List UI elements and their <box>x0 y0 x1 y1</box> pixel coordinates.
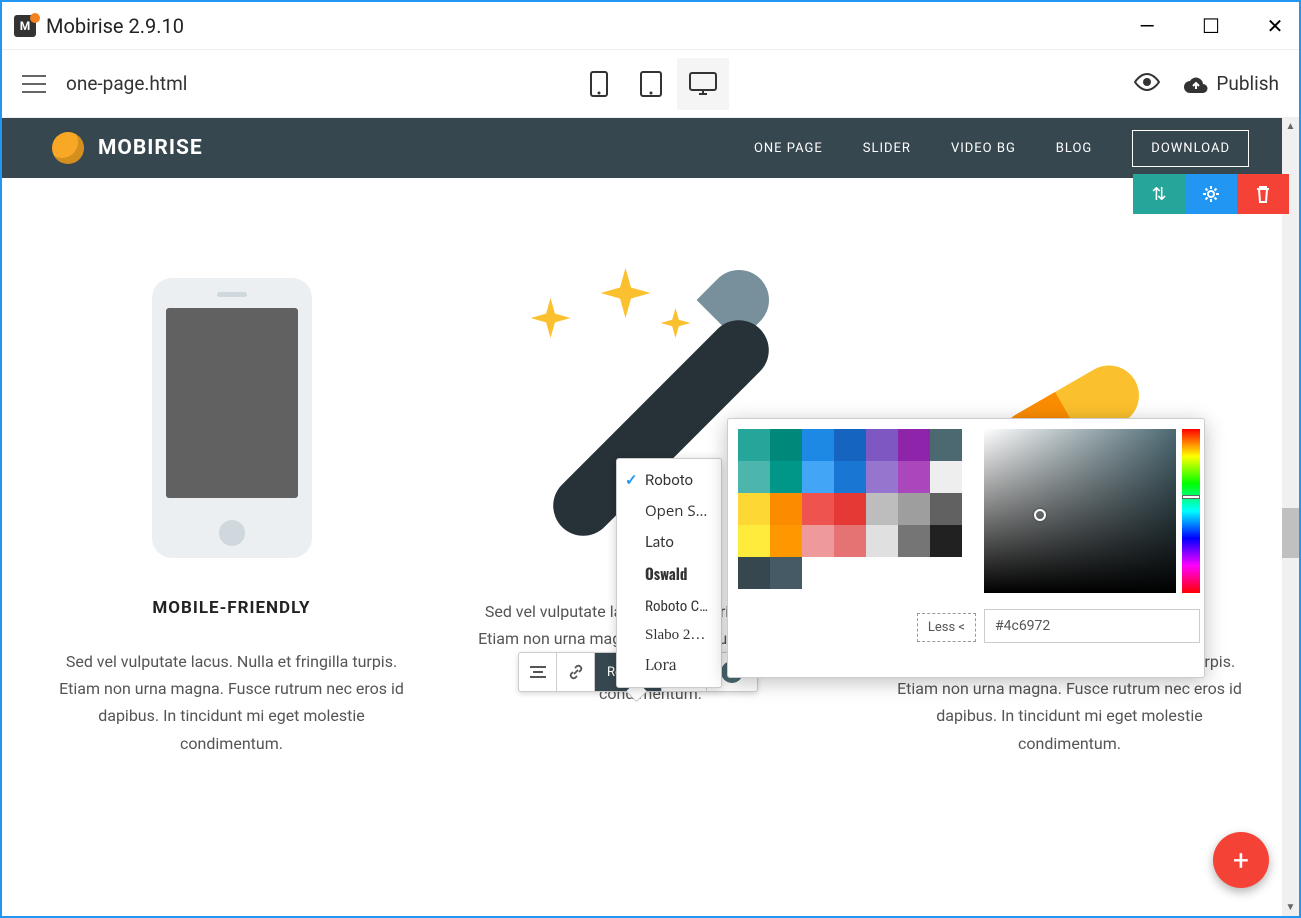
font-dropdown: Roboto Open Sa… Lato Oswald Roboto C… Sl… <box>616 458 722 688</box>
color-picker-popup: Less < <box>727 418 1205 678</box>
align-button[interactable] <box>519 653 557 691</box>
color-swatch[interactable] <box>834 493 866 525</box>
filename-label[interactable]: one-page.html <box>66 72 187 95</box>
block-delete-button[interactable] <box>1237 174 1289 214</box>
logo-text[interactable]: MOBIRISE <box>98 136 203 160</box>
color-swatch[interactable] <box>898 429 930 461</box>
color-swatch[interactable] <box>866 493 898 525</box>
site-nav: ONE PAGE SLIDER VIDEO BG BLOG DOWNLOAD <box>754 130 1249 167</box>
add-block-button[interactable]: + <box>1213 832 1269 888</box>
publish-button[interactable]: Publish <box>1184 72 1279 95</box>
hue-cursor[interactable] <box>1182 495 1200 499</box>
color-swatch[interactable] <box>898 525 930 557</box>
nav-item-blog[interactable]: BLOG <box>1056 141 1093 156</box>
viewport-tablet-icon[interactable] <box>625 58 677 110</box>
color-swatch[interactable] <box>738 493 770 525</box>
color-swatch[interactable] <box>898 461 930 493</box>
font-option-slabo[interactable]: Slabo 27px <box>617 621 721 650</box>
site-header[interactable]: MOBIRISE ONE PAGE SLIDER VIDEO BG BLOG D… <box>2 118 1299 178</box>
color-swatch[interactable] <box>834 461 866 493</box>
scroll-up-icon[interactable]: ▲ <box>1282 118 1299 135</box>
feature-1[interactable]: MOBILE-FRIENDLY Sed vel vulputate lacus.… <box>42 278 421 757</box>
minimize-button[interactable]: — <box>1135 14 1159 38</box>
color-swatch[interactable] <box>898 493 930 525</box>
color-swatch[interactable] <box>930 493 962 525</box>
color-swatch[interactable] <box>738 461 770 493</box>
less-button[interactable]: Less < <box>917 613 976 642</box>
color-swatch[interactable] <box>770 525 802 557</box>
font-option-oswald[interactable]: Oswald <box>617 557 721 591</box>
link-button[interactable] <box>557 653 595 691</box>
color-swatch[interactable] <box>802 493 834 525</box>
preview-icon[interactable] <box>1134 72 1160 96</box>
color-swatch[interactable] <box>930 525 962 557</box>
menu-icon[interactable] <box>22 75 46 93</box>
color-swatch[interactable] <box>802 461 834 493</box>
publish-label: Publish <box>1216 72 1279 95</box>
viewport-desktop-icon[interactable] <box>677 58 729 110</box>
nav-item-slider[interactable]: SLIDER <box>863 141 911 156</box>
font-option-lora[interactable]: Lora <box>617 650 721 681</box>
viewport-switcher <box>573 58 729 110</box>
app-title: Mobirise 2.9.10 <box>46 14 184 38</box>
app-icon: M <box>14 15 36 37</box>
font-option-roboto[interactable]: Roboto <box>617 465 721 495</box>
scroll-thumb[interactable] <box>1282 508 1299 558</box>
feature-title[interactable]: MOBILE-FRIENDLY <box>42 598 421 618</box>
feature-text[interactable]: Sed vel vulputate lacus. Nulla et fringi… <box>42 648 421 757</box>
color-swatch[interactable] <box>770 557 802 589</box>
scroll-down-icon[interactable]: ▼ <box>1282 899 1299 916</box>
cloud-upload-icon <box>1184 75 1208 93</box>
font-option-robotoc[interactable]: Roboto C… <box>617 591 721 621</box>
color-swatch[interactable] <box>770 493 802 525</box>
color-swatch[interactable] <box>866 461 898 493</box>
font-option-opensans[interactable]: Open Sa… <box>617 495 721 527</box>
color-swatch[interactable] <box>802 525 834 557</box>
block-settings-button[interactable] <box>1185 174 1237 214</box>
nav-download-button[interactable]: DOWNLOAD <box>1132 130 1249 167</box>
hue-slider[interactable] <box>1182 429 1200 593</box>
color-swatch[interactable] <box>770 429 802 461</box>
logo-icon <box>52 132 84 164</box>
close-button[interactable]: ✕ <box>1263 14 1287 38</box>
maximize-button[interactable]: ☐ <box>1199 14 1223 38</box>
color-swatch[interactable] <box>866 429 898 461</box>
font-option-lato[interactable]: Lato <box>617 527 721 557</box>
color-swatch[interactable] <box>866 525 898 557</box>
phone-icon <box>42 278 421 558</box>
viewport-mobile-icon[interactable] <box>573 58 625 110</box>
color-swatch[interactable] <box>930 461 962 493</box>
color-swatches <box>738 429 976 589</box>
color-swatch[interactable] <box>738 525 770 557</box>
color-swatch[interactable] <box>770 461 802 493</box>
app-toolbar: one-page.html Publish <box>2 50 1299 118</box>
block-move-button[interactable]: ⇅ <box>1133 174 1185 214</box>
saturation-cursor[interactable] <box>1034 509 1046 521</box>
block-controls: ⇅ <box>1133 174 1289 214</box>
saturation-box[interactable] <box>984 429 1176 593</box>
color-swatch[interactable] <box>738 557 770 589</box>
color-swatch[interactable] <box>834 429 866 461</box>
color-swatch[interactable] <box>834 525 866 557</box>
hex-input[interactable] <box>984 609 1200 643</box>
color-swatch[interactable] <box>738 429 770 461</box>
nav-item-videobg[interactable]: VIDEO BG <box>951 141 1016 156</box>
window-titlebar: M Mobirise 2.9.10 — ☐ ✕ <box>2 2 1299 50</box>
design-canvas: MOBIRISE ONE PAGE SLIDER VIDEO BG BLOG D… <box>2 118 1299 918</box>
color-swatch[interactable] <box>930 429 962 461</box>
vertical-scrollbar[interactable]: ▲ ▼ <box>1282 118 1299 916</box>
color-swatch[interactable] <box>802 429 834 461</box>
nav-item-onepage[interactable]: ONE PAGE <box>754 141 823 156</box>
